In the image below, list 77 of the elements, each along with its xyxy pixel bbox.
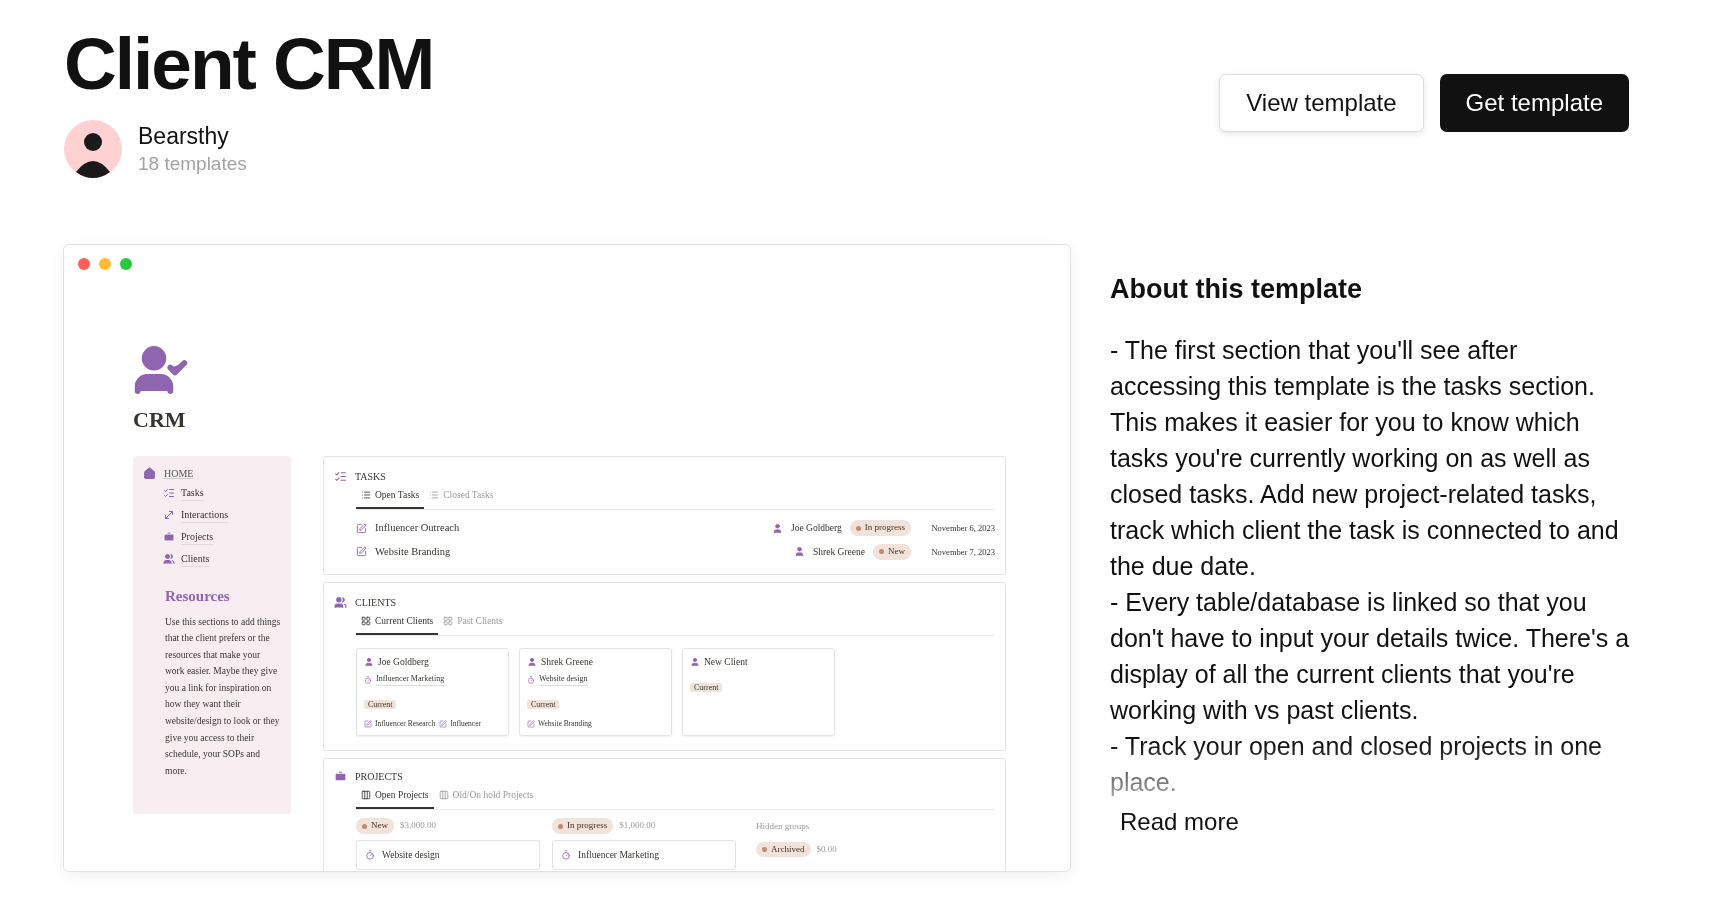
checklist-icon xyxy=(334,470,347,483)
person-icon xyxy=(690,657,700,668)
about-text: - The first section that you'll see after accessing this template is the tasks section. This makes it easier for you to know which tasks you're currently working on as well as closed tasks. Add new project-related tasks, track which client the task is connected to and the due date. - Every table/database is linked so that you don't have to input your details twice. There's a display of all the current clients that you're working with vs past clients. - Track your open and closed projects in one place. xyxy=(1110,334,1630,798)
list-icon xyxy=(361,490,371,501)
stopwatch-icon xyxy=(561,849,571,860)
client-project: Influencer Marketing xyxy=(376,673,445,687)
status-tag: Current xyxy=(690,683,723,693)
client-name: Joe Goldberg xyxy=(378,656,429,669)
task-date: November 6, 2023 xyxy=(930,521,995,535)
person-icon xyxy=(772,522,783,534)
template-count: 18 templates xyxy=(138,152,247,176)
get-template-button[interactable]: Get template xyxy=(1439,74,1629,132)
client-name: New Client xyxy=(704,656,748,669)
section-heading: CLIENTS xyxy=(355,595,397,610)
list-icon xyxy=(429,490,440,501)
group-amount: $1,000.00 xyxy=(619,819,656,833)
people-icon xyxy=(334,595,347,609)
edit-icon xyxy=(356,546,367,558)
section-heading: TASKS xyxy=(355,470,386,484)
task-title[interactable]: Website Branding xyxy=(375,544,787,560)
status-tag: In progress xyxy=(552,818,614,834)
avatar-icon xyxy=(64,120,122,178)
sidebar-link[interactable]: Projects xyxy=(181,529,214,545)
status-tag: In progress xyxy=(849,520,911,536)
home-icon xyxy=(143,467,156,480)
home-link[interactable]: HOME xyxy=(164,466,194,481)
stopwatch-icon xyxy=(364,675,372,684)
status-tag: New xyxy=(873,544,911,560)
edit-icon xyxy=(527,719,535,728)
project-card[interactable]: Website design xyxy=(356,839,540,870)
stopwatch-icon xyxy=(365,849,375,860)
template-title: Client CRM xyxy=(64,22,434,106)
person-icon xyxy=(364,657,374,668)
sidebar-link[interactable]: Interactions xyxy=(181,507,229,523)
author-name[interactable]: Bearsthy xyxy=(138,121,247,151)
view-tab[interactable]: Current Clients xyxy=(356,613,439,635)
status-tag: Current xyxy=(364,700,397,710)
client-card[interactable]: New Client Current xyxy=(682,648,835,736)
client-name: Shrek Greene xyxy=(541,656,593,669)
client-project: Website design xyxy=(539,673,588,687)
briefcase-icon xyxy=(334,770,347,783)
task-assignee: Joe Goldberg xyxy=(791,522,842,535)
section-heading: PROJECTS xyxy=(355,770,403,784)
resources-text: Use this sections to add things that the client prefers or the resources that make your work easier. Maybe they give you a link for inspiration on how they want their website/design to look or they give you access to their schedule, your SOPs and more. xyxy=(164,615,281,778)
sidebar-link[interactable]: Clients xyxy=(181,551,210,567)
grid-icon xyxy=(443,615,454,626)
grid-icon xyxy=(361,615,371,626)
task-title[interactable]: Influencer Outreach xyxy=(375,520,764,536)
status-tag: Archived xyxy=(756,841,811,858)
page-title: CRM xyxy=(133,406,187,434)
resources-heading: Resources xyxy=(164,587,231,606)
task-assignee: Shrek Greene xyxy=(813,545,865,559)
read-more-button[interactable]: Read more xyxy=(1120,803,1239,840)
stopwatch-icon xyxy=(527,675,535,684)
columns-icon xyxy=(438,790,449,801)
view-tab[interactable]: Open Projects xyxy=(356,788,434,810)
group-amount: $0.00 xyxy=(816,842,837,856)
person-icon xyxy=(794,546,806,558)
edit-icon xyxy=(356,522,367,534)
diagonal-arrow-icon xyxy=(163,509,175,521)
group-amount: $3,000.00 xyxy=(400,819,436,833)
edit-icon xyxy=(439,719,448,728)
checklist-icon xyxy=(163,487,175,499)
people-icon xyxy=(163,553,175,565)
sidebar-link[interactable]: Tasks xyxy=(181,485,204,501)
project-card[interactable]: Influencer Marketing xyxy=(552,839,736,870)
view-template-button[interactable]: View template xyxy=(1219,74,1424,132)
columns-icon xyxy=(361,790,371,801)
about-heading: About this template xyxy=(1110,273,1363,306)
person-icon xyxy=(527,657,537,668)
hidden-groups-label: Hidden groups xyxy=(756,820,811,834)
status-tag: Current xyxy=(527,700,560,710)
briefcase-icon xyxy=(163,531,175,543)
status-tag: New xyxy=(356,818,394,834)
view-tab[interactable]: Open Tasks xyxy=(356,488,425,510)
task-date: November 7, 2023 xyxy=(930,545,995,559)
edit-icon xyxy=(364,719,372,728)
